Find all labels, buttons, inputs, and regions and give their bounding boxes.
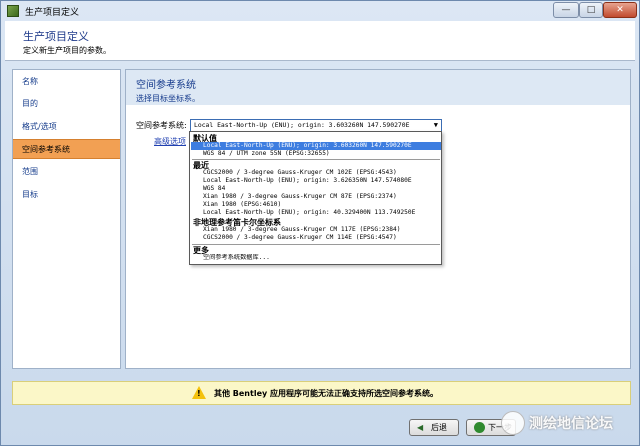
dropdown-item[interactable]: CGCS2000 / 3-degree Gauss-Kruger CM 102E… — [203, 169, 441, 177]
dropdown-item[interactable]: Local East-North-Up (ENU); origin: 40.32… — [203, 209, 441, 217]
close-button[interactable]: ✕ — [603, 2, 637, 18]
section-header: 空间参考系统 选择目标坐标系。 — [126, 70, 630, 105]
chevron-down-icon[interactable]: ▼ — [434, 120, 438, 131]
dropdown-separator — [192, 159, 440, 160]
wechat-icon — [501, 411, 525, 435]
maximize-button[interactable]: □ — [579, 2, 603, 18]
watermark: 测绘地信论坛 — [501, 411, 631, 437]
dialog-window: 生产项目定义 — □ ✕ 生产项目定义 定义新生产项目的参数。 名称 目的 格式… — [0, 0, 640, 446]
dropdown-item[interactable]: Xian 1980 / 3-degree Gauss-Kruger CM 87E… — [203, 193, 441, 201]
arrow-right-icon — [474, 422, 485, 433]
sidebar-item-target[interactable]: 目标 — [13, 185, 120, 205]
back-button-label: 后退 — [431, 423, 447, 432]
sidebar-item-format-options[interactable]: 格式/选项 — [13, 117, 120, 137]
advanced-options-link[interactable]: 高级选项 — [154, 136, 186, 147]
srs-field-label: 空间参考系统: — [136, 121, 187, 130]
wizard-header: 生产项目定义 定义新生产项目的参数。 — [5, 21, 635, 61]
dropdown-item-srs-database[interactable]: 空间参考系统数据库... — [203, 254, 441, 262]
srs-dropdown-list: 默认值 Local East-North-Up (ENU); origin: 3… — [189, 131, 442, 265]
app-icon — [7, 5, 19, 17]
wizard-sidebar: 名称 目的 格式/选项 空间参考系统 范围 目标 — [12, 69, 121, 369]
section-title: 空间参考系统 — [136, 80, 196, 91]
dropdown-item-selected[interactable]: Local East-North-Up (ENU); origin: 3.603… — [191, 142, 441, 150]
arrow-left-icon: ◀ — [417, 423, 424, 432]
dropdown-item[interactable]: Xian 1980 (EPSG:4610) — [203, 201, 441, 209]
title-bar: 生产项目定义 — □ ✕ — [1, 1, 639, 21]
dropdown-item[interactable]: WGS 84 — [203, 185, 441, 193]
warning-bar: ! 其他 Bentley 应用程序可能无法正确支持所选空间参考系统。 — [12, 381, 631, 405]
srs-combobox-value: Local East-North-Up (ENU); origin: 3.603… — [194, 121, 410, 129]
header-subtitle: 定义新生产项目的参数。 — [23, 46, 111, 55]
warning-icon: ! — [192, 386, 206, 399]
dropdown-separator — [192, 244, 440, 245]
dropdown-item[interactable]: Xian 1980 / 3-degree Gauss-Kruger CM 117… — [203, 226, 441, 234]
back-button[interactable]: ◀ 后退 — [409, 419, 459, 436]
sidebar-item-purpose[interactable]: 目的 — [13, 94, 120, 114]
watermark-text: 测绘地信论坛 — [529, 416, 613, 432]
sidebar-item-name[interactable]: 名称 — [13, 72, 120, 92]
header-title: 生产项目定义 — [23, 30, 89, 43]
sidebar-item-extent[interactable]: 范围 — [13, 162, 120, 182]
section-subtitle: 选择目标坐标系。 — [136, 94, 200, 103]
warning-text: 其他 Bentley 应用程序可能无法正确支持所选空间参考系统。 — [214, 389, 438, 398]
dropdown-item[interactable]: WGS 84 / UTM zone 55N (EPSG:32655) — [203, 150, 441, 158]
dropdown-item[interactable]: CGCS2000 / 3-degree Gauss-Kruger CM 114E… — [203, 234, 441, 242]
window-title: 生产项目定义 — [25, 8, 80, 18]
dropdown-item[interactable]: Local East-North-Up (ENU); origin: 3.626… — [203, 177, 441, 185]
sidebar-item-spatial-reference[interactable]: 空间参考系统 — [13, 139, 120, 159]
minimize-button[interactable]: — — [553, 2, 579, 18]
